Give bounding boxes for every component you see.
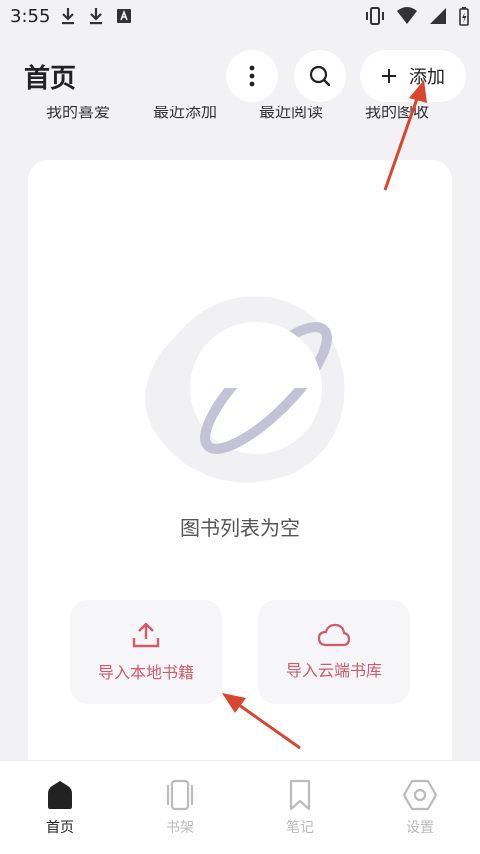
filter-tab-recently-added[interactable]: 最近添加 (153, 106, 217, 122)
empty-planet-illustration (145, 296, 345, 483)
nav-label-settings: 设置 (406, 820, 434, 836)
nav-item-home[interactable]: 首页 (20, 779, 100, 843)
book-list-card: 图书列表为空 导入本地书籍 导入云端书库 (28, 160, 452, 780)
download-icon (90, 8, 102, 25)
page-title: 首页 (24, 64, 77, 94)
nav-label-notes: 笔记 (286, 820, 314, 836)
import-local-books-button[interactable]: 导入本地书籍 (70, 600, 222, 704)
status-bar: 3:55 (0, 0, 480, 34)
filter-tabs: 我的喜爱 最近添加 最近阅读 我的图收 (0, 106, 480, 130)
import-local-label: 导入本地书籍 (97, 663, 194, 682)
bookshelf-icon (166, 779, 194, 811)
nav-item-bookshelf[interactable]: 书架 (140, 779, 220, 843)
nav-label-bookshelf: 书架 (166, 820, 194, 836)
add-button[interactable]: 添加 (360, 50, 466, 102)
filter-tab-favorites[interactable]: 我的喜爱 (46, 106, 110, 122)
nav-label-home: 首页 (46, 820, 74, 836)
vibrate-icon (366, 7, 384, 25)
status-time: 3:55 (10, 6, 51, 27)
import-cloud-label: 导入云端书库 (285, 661, 382, 680)
font-badge-icon (117, 9, 131, 23)
more-button[interactable] (226, 50, 278, 102)
home-icon (48, 781, 72, 809)
search-button[interactable] (294, 50, 346, 102)
nav-item-notes[interactable]: 笔记 (260, 779, 340, 843)
search-icon (309, 65, 331, 87)
import-cloud-library-button[interactable]: 导入云端书库 (258, 600, 410, 704)
more-vertical-icon (249, 65, 255, 87)
header: 首页 添加 (0, 46, 480, 106)
add-button-label: 添加 (409, 67, 445, 88)
plus-icon (382, 69, 396, 83)
bottom-nav: 首页 书架 笔记 设置 (0, 760, 480, 854)
filter-tab-collection[interactable]: 我的图收 (365, 106, 429, 122)
battery-icon (459, 7, 469, 26)
signal-icon (430, 8, 446, 24)
download-icon (62, 8, 74, 25)
settings-hexagon-icon (403, 779, 437, 811)
wifi-icon (397, 7, 417, 24)
cloud-icon (317, 623, 351, 647)
bookmark-icon (289, 779, 311, 811)
filter-tab-recently-read[interactable]: 最近阅读 (259, 106, 323, 122)
nav-item-settings[interactable]: 设置 (380, 779, 460, 843)
upload-icon (132, 622, 160, 648)
empty-list-message: 图书列表为空 (180, 516, 300, 540)
